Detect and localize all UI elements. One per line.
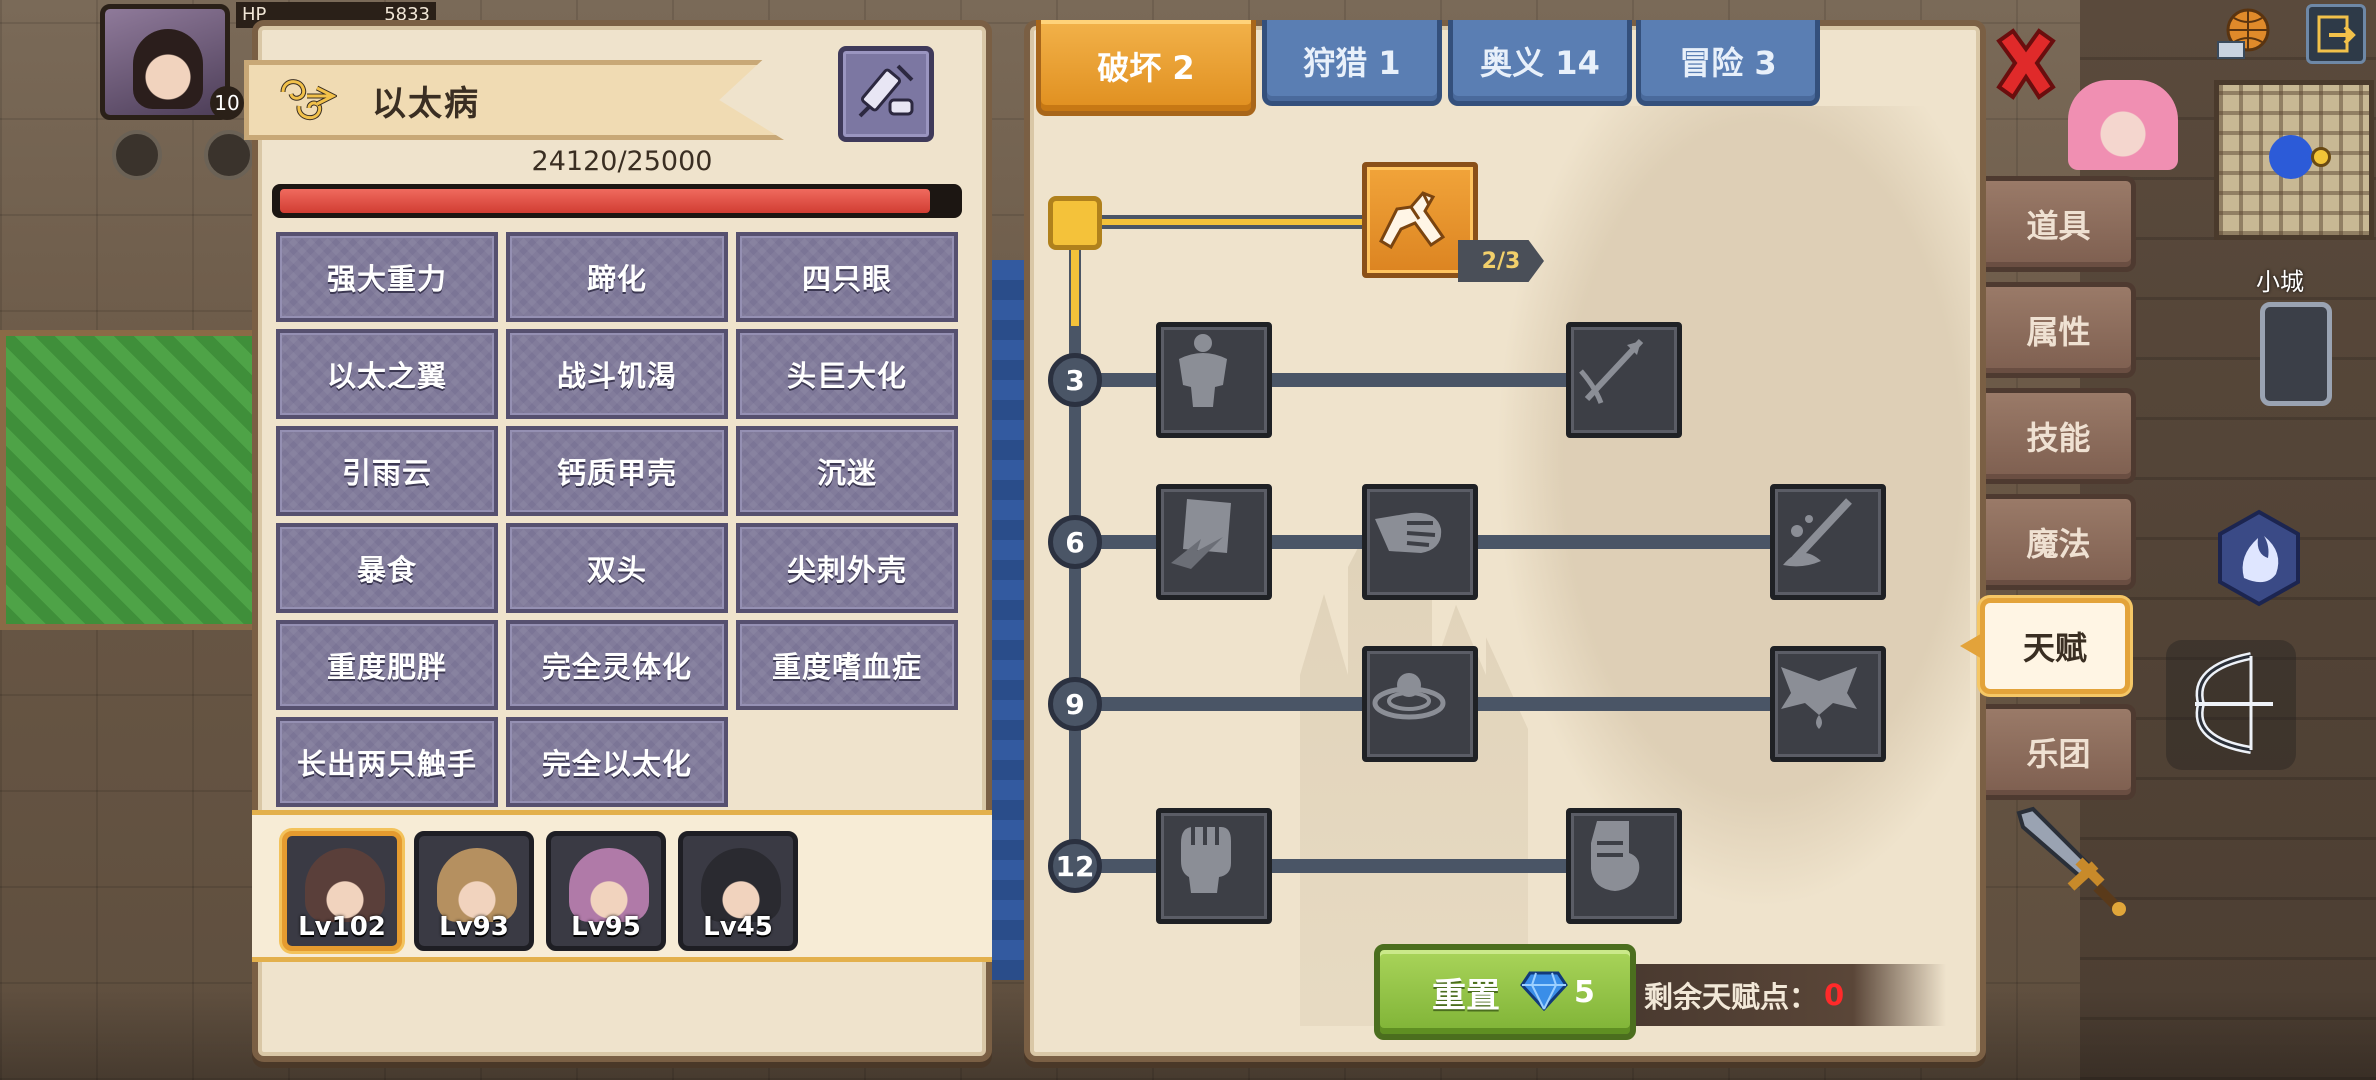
talent-level-badge: 2/3: [1458, 240, 1544, 282]
talent-node-shield-strike[interactable]: [1156, 484, 1272, 600]
tier-label-3: 3: [1048, 353, 1102, 407]
side-menu-item[interactable]: 乐团: [1986, 704, 2136, 800]
flame-icon: [2214, 508, 2304, 612]
side-menu-item[interactable]: 属性: [1986, 282, 2136, 378]
talent-node-clenched-fist[interactable]: [1566, 808, 1682, 924]
talent-node-muscle-body[interactable]: [1156, 322, 1272, 438]
phone-icon[interactable]: [2260, 302, 2332, 406]
talent-tree: 3 6 9 12 2/3: [0, 0, 1886, 1042]
exit-icon[interactable]: [2306, 4, 2366, 64]
tree-root-node: [1048, 196, 1102, 250]
tier-label-12: 12: [1048, 839, 1102, 893]
minimap-zone-marker: [2269, 135, 2313, 179]
side-menu-item[interactable]: 天赋: [1980, 598, 2130, 694]
talent-node-ripple[interactable]: [1362, 646, 1478, 762]
side-menu-item[interactable]: 技能: [1986, 388, 2136, 484]
tier-label-6: 6: [1048, 515, 1102, 569]
fire-skill-button[interactable]: [2214, 508, 2304, 612]
talent-node-arrow-hit[interactable]: [1566, 322, 1682, 438]
remaining-points-label: 剩余天赋点：: [1644, 980, 1819, 1014]
close-button[interactable]: [1990, 28, 2062, 104]
side-menu-item[interactable]: 魔法: [1986, 494, 2136, 590]
minimap-player-marker: [2311, 147, 2331, 167]
bow-skill-button[interactable]: [2166, 640, 2296, 770]
side-menu-item[interactable]: 道具: [1986, 176, 2136, 272]
close-icon: [1991, 27, 2061, 105]
globe-icon[interactable]: [2214, 4, 2274, 64]
sword-icon: [2009, 803, 2129, 927]
talent-node-punch[interactable]: [1362, 484, 1478, 600]
sword-skill-button[interactable]: [2004, 800, 2134, 930]
reset-talents-button[interactable]: 重置 5: [1374, 944, 1636, 1040]
bow-icon: [2181, 648, 2281, 762]
minimap-location-label: 小城: [2256, 268, 2304, 296]
reset-label: 重置: [1432, 975, 1500, 1016]
remaining-talent-points: 剩余天赋点： 0: [1636, 964, 1946, 1026]
talent-node-demon-wings[interactable]: [1770, 646, 1886, 762]
remaining-points-value: 0: [1824, 978, 1845, 1012]
reset-cost: 5: [1574, 974, 1595, 1010]
talent-node-raised-fist[interactable]: [1156, 808, 1272, 924]
tier-label-9: 9: [1048, 677, 1102, 731]
talent-node-blade-splash[interactable]: [1770, 484, 1886, 600]
minimap[interactable]: [2214, 80, 2374, 240]
diamond-icon: [1520, 969, 1568, 1015]
